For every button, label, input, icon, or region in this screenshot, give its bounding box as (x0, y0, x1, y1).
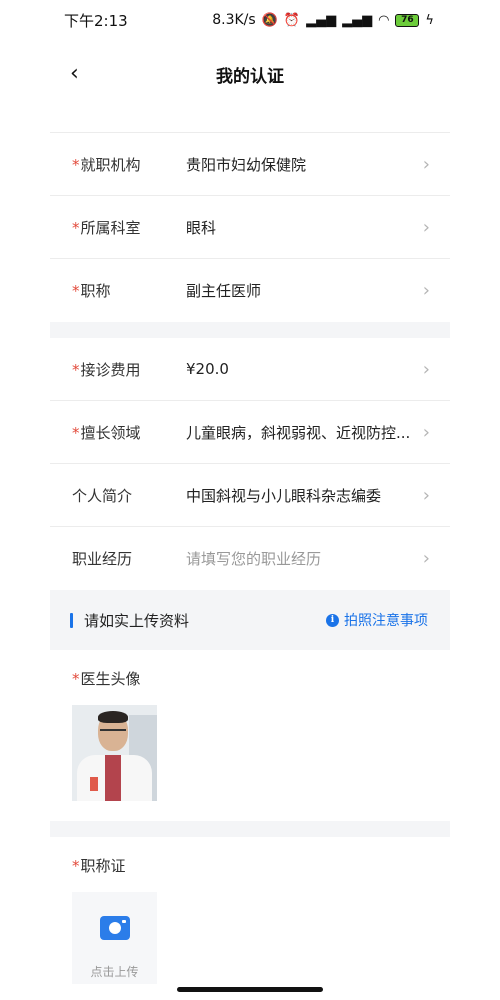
charging-icon: ϟ (425, 12, 434, 28)
field-placeholder: 请填写您的职业经历 (186, 550, 322, 568)
chevron-right-icon: › (422, 421, 430, 443)
field-value: 贵阳市妇幼保健院 (186, 155, 307, 174)
signal-icon: ▂▄▆ (342, 12, 373, 28)
form-row-partial: › (50, 100, 450, 133)
field-label: *所属科室 (72, 218, 141, 237)
photo-badge (90, 777, 98, 791)
form-row-career[interactable]: 职业经历 请填写您的职业经历 › (50, 527, 450, 590)
home-indicator[interactable] (177, 987, 323, 992)
status-bar: 下午2:13 8.3K/s 🔕 ⏰ ▂▄▆ ▂▄▆ ◠ 76 ϟ (0, 0, 500, 40)
signal-icon: ▂▄▆ (306, 12, 337, 28)
field-label: 职业经历 (72, 550, 133, 568)
chevron-right-icon: › (422, 358, 430, 380)
field-value: 儿童眼病，斜视弱视、近视防控... (186, 423, 411, 442)
field-label: 个人简介 (72, 486, 133, 505)
photo-tips-label: 拍照注意事项 (344, 613, 428, 629)
field-label: *擅长领域 (72, 423, 141, 442)
upload-section-header: 请如实上传资料 i 拍照注意事项 (50, 590, 450, 650)
form-row-bio[interactable]: 个人简介 中国斜视与小儿眼科杂志编委 › (50, 464, 450, 527)
form-row-consult-fee[interactable]: *接诊费用 ¥20.0 › (50, 338, 450, 401)
certificate-label: *职称证 (72, 857, 126, 875)
section-divider (50, 322, 450, 338)
battery-icon: 76 (395, 13, 420, 27)
info-icon: i (326, 613, 339, 627)
back-arrow-icon[interactable]: ‹ (70, 62, 90, 86)
field-value: 中国斜视与小儿眼科杂志编委 (186, 486, 382, 505)
field-value: 眼科 (186, 218, 217, 237)
certificate-upload-button[interactable]: 点击上传 (72, 892, 157, 984)
avatar-section: *医生头像 (50, 650, 450, 821)
photo-glasses (100, 729, 126, 735)
nav-bar: ‹ 我的认证 (0, 48, 500, 100)
certificate-section: *职称证 点击上传 (50, 837, 450, 1000)
status-time: 下午2:13 (64, 11, 128, 30)
upload-section-title: 请如实上传资料 (84, 611, 190, 630)
section-divider (50, 821, 450, 837)
chevron-right-icon: › (422, 280, 430, 301)
silent-icon: 🔕 (261, 12, 278, 28)
doctor-avatar-photo[interactable] (72, 705, 157, 801)
network-speed: 8.3K/s (212, 12, 256, 28)
form-row-institution[interactable]: *就职机构 贵阳市妇幼保健院 › (50, 133, 450, 196)
status-icons: 8.3K/s 🔕 ⏰ ▂▄▆ ▂▄▆ ◠ 76 ϟ (212, 12, 434, 28)
chevron-right-icon: › (422, 484, 430, 506)
camera-icon (99, 916, 130, 940)
chevron-right-icon: › (423, 100, 430, 103)
chevron-right-icon: › (422, 153, 430, 175)
field-label: *接诊费用 (72, 360, 141, 379)
avatar-label: *医生头像 (72, 670, 141, 688)
photo-tips-link[interactable]: i 拍照注意事项 (326, 610, 428, 630)
photo-shirt (105, 755, 121, 801)
field-value: ¥20.0 (186, 360, 229, 378)
section-accent-bar (70, 613, 73, 628)
field-label: *就职机构 (72, 155, 141, 174)
wifi-icon: ◠ (378, 12, 390, 28)
form-row-title[interactable]: *职称 副主任医师 › (50, 259, 450, 322)
form-row-specialty[interactable]: *擅长领域 儿童眼病，斜视弱视、近视防控... › (50, 401, 450, 464)
form-content[interactable]: › *就职机构 贵阳市妇幼保健院 › *所属科室 眼科 › *职称 副主任医师 … (50, 100, 450, 1000)
field-label: *职称 (72, 282, 111, 300)
page-title: 我的认证 (216, 66, 284, 87)
chevron-right-icon: › (422, 548, 430, 569)
chevron-right-icon: › (422, 216, 430, 238)
alarm-icon: ⏰ (283, 12, 301, 28)
photo-hair (98, 711, 128, 723)
form-row-department[interactable]: *所属科室 眼科 › (50, 196, 450, 259)
upload-button-label: 点击上传 (90, 965, 139, 979)
field-value: 副主任医师 (186, 282, 262, 300)
